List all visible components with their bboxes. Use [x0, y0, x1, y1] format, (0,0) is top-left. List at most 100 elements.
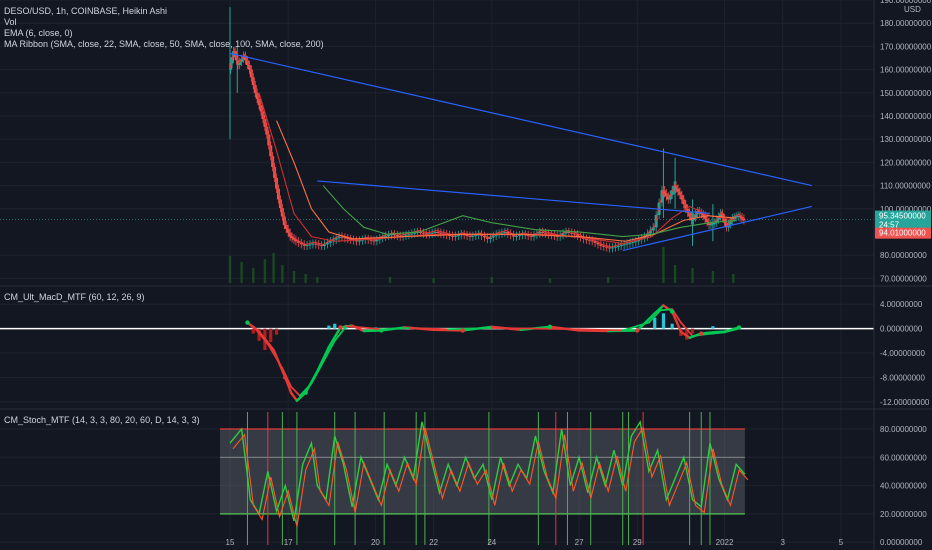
volume-bar — [292, 271, 296, 283]
macd-line-segment — [380, 327, 412, 331]
candle-body — [320, 245, 324, 247]
price-tick-label: 80.00000000 — [880, 251, 927, 260]
candle-body — [410, 233, 414, 235]
candle-body — [369, 239, 373, 241]
macd-cross-dot — [736, 325, 742, 330]
candle-body — [384, 235, 388, 237]
price-tick-label: 140.00000000 — [880, 112, 932, 121]
stoch-tick-label: 40.00000000 — [880, 482, 927, 491]
volume-bar — [711, 271, 715, 283]
volume-bar — [662, 247, 665, 283]
candle-body — [608, 247, 612, 249]
candle-body — [392, 234, 396, 236]
macd-histogram-bar — [269, 328, 273, 343]
price-tick-label: 180.00000000 — [880, 19, 932, 28]
candle-body — [541, 231, 545, 233]
candle-body — [451, 235, 455, 237]
macd-cross-dot — [635, 328, 640, 333]
volume-bar — [304, 274, 307, 283]
macd-line-segment — [409, 327, 450, 331]
candle-body — [634, 241, 638, 243]
candle-body — [468, 235, 472, 237]
stoch-tick-label: 20.00000000 — [880, 510, 927, 519]
candle-body — [387, 235, 391, 237]
macd-histogram-bar — [653, 317, 657, 329]
candle-body — [421, 232, 425, 234]
macd-cross-dot — [699, 331, 704, 336]
candle-body — [355, 240, 359, 242]
macd-line-segment — [578, 328, 624, 332]
macd-line-segment — [447, 327, 493, 331]
candle-body — [613, 246, 617, 248]
price-tick-label: 150.00000000 — [880, 89, 932, 98]
candle-body — [584, 238, 588, 240]
indicator-ema-label[interactable]: EMA (6, close, 0) — [4, 28, 73, 38]
candle-body — [308, 244, 312, 246]
volume-bar — [252, 268, 255, 283]
stoch-title[interactable]: CM_Stoch_MTF (14, 3, 3, 80, 20, 60, D, 1… — [4, 415, 200, 425]
candle-body — [622, 244, 626, 246]
volume-bar — [240, 262, 243, 283]
last-price-label: 95.34500000 — [879, 212, 926, 221]
candle-body — [436, 231, 440, 233]
trading-chart[interactable]: 190.00000000180.00000000170.00000000160.… — [0, 0, 932, 550]
candle-body — [305, 245, 309, 247]
candle-body — [471, 235, 475, 237]
macd-histogram-bar — [690, 328, 695, 334]
macd-line-segment — [490, 327, 537, 330]
time-tick-label: 27 — [575, 538, 584, 547]
macd-cross-dot — [669, 309, 675, 314]
macd-cross-dot — [547, 324, 553, 329]
candle-body — [500, 232, 504, 234]
candle-body — [616, 245, 620, 247]
candle-body — [526, 235, 530, 237]
macd-tick-label: -8.00000000 — [880, 373, 925, 382]
macd-title[interactable]: CM_Ult_MacD_MTF (60, 12, 26, 9) — [4, 292, 145, 302]
macd-tick-label: 0.00000000 — [880, 325, 923, 334]
time-tick-label: 15 — [226, 538, 235, 547]
volume-bar — [316, 277, 319, 283]
candle-body — [474, 235, 478, 237]
candle-body — [570, 232, 574, 234]
volume-bar — [272, 253, 275, 283]
time-tick-label: 5 — [839, 538, 844, 547]
candle-body — [433, 231, 437, 233]
volume-bar — [606, 277, 610, 283]
macd-tick-label: -4.00000000 — [880, 349, 925, 358]
macd-cross-dot — [460, 328, 465, 333]
macd-histogram-bar — [670, 323, 674, 329]
time-tick-label: 2022 — [716, 538, 734, 547]
volume-bar — [281, 265, 284, 283]
candle-body — [529, 235, 533, 237]
candle-body — [503, 231, 507, 233]
macd-line-segment — [345, 325, 362, 329]
indicator-ribbon-label[interactable]: MA Ribbon (SMA, close, 22, SMA, close, 5… — [4, 39, 324, 49]
prior-close-label: 94.01000000 — [879, 229, 926, 238]
candle-body — [430, 232, 434, 234]
candle-body — [742, 218, 746, 221]
candle-body — [515, 235, 519, 237]
volume-bar — [691, 268, 694, 283]
candle-body — [602, 245, 606, 247]
price-tick-label: 120.00000000 — [880, 158, 932, 167]
candle-body — [631, 242, 635, 244]
macd-histogram-bar — [274, 328, 279, 335]
price-tick-label: 170.00000000 — [880, 42, 932, 51]
stoch-tick-label: 0.00000000 — [880, 538, 923, 547]
symbol-title[interactable]: DESO/USD, 1h, COINBASE, Heikin Ashi — [4, 6, 167, 16]
time-tick-label: 29 — [633, 538, 642, 547]
indicator-vol-label[interactable]: Vol — [4, 17, 17, 27]
candle-body — [517, 235, 521, 237]
price-tick-label: 160.00000000 — [880, 66, 932, 75]
volume-bar — [263, 259, 267, 283]
macd-cross-dot — [303, 390, 308, 395]
time-tick-label: 3 — [780, 538, 785, 547]
candle-body — [465, 235, 469, 237]
volume-bar — [432, 278, 435, 283]
macd-tick-label: -12.00000000 — [880, 398, 930, 407]
macd-histogram-bar — [711, 326, 715, 329]
candle-body — [314, 243, 318, 245]
candle-body — [357, 240, 361, 242]
macd-cross-dot — [283, 375, 288, 380]
stoch-tick-label: 80.00000000 — [880, 425, 927, 434]
